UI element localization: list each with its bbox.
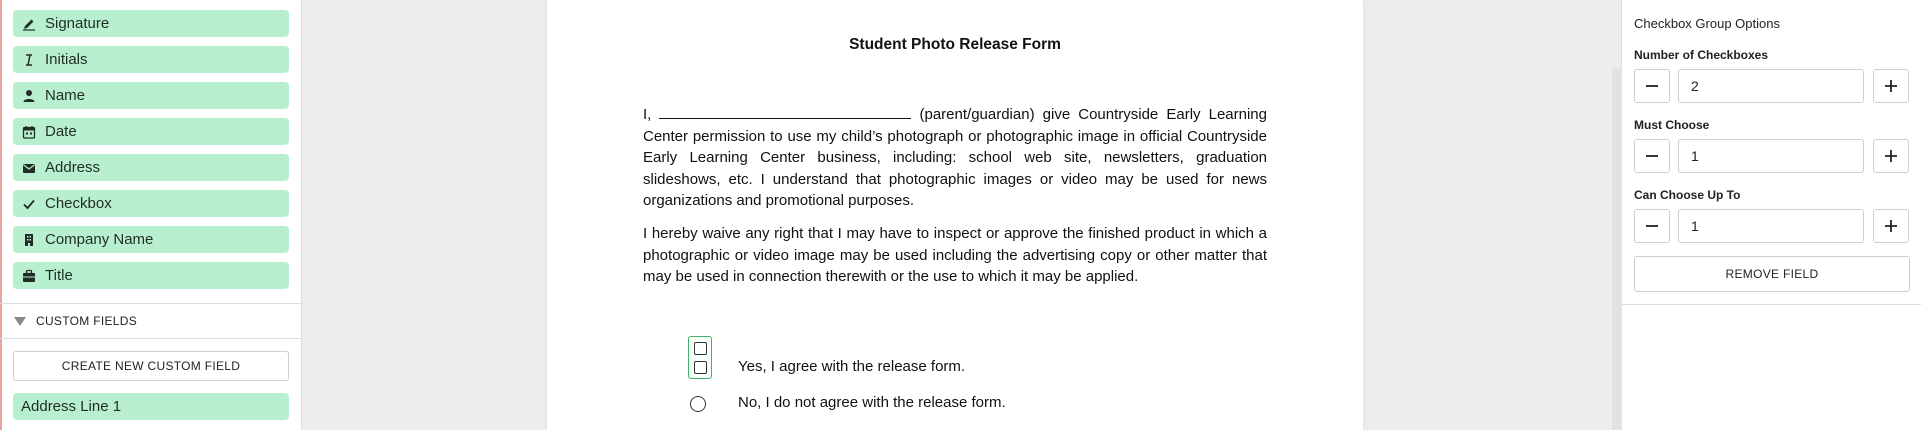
field-label: Date bbox=[45, 123, 77, 140]
plus-icon bbox=[1885, 220, 1897, 232]
must-decrement-button[interactable] bbox=[1634, 139, 1670, 173]
field-label: Initials bbox=[45, 51, 88, 68]
radio-no[interactable] bbox=[690, 396, 706, 412]
person-icon bbox=[21, 88, 37, 104]
plus-icon bbox=[1885, 150, 1897, 162]
sidebar-accent-bar bbox=[0, 0, 2, 430]
panel-divider bbox=[1622, 304, 1921, 305]
paragraph-1-start: I, bbox=[643, 106, 652, 123]
document-paragraph-1: I, (parent/guardian) give Countryside Ea… bbox=[643, 104, 1267, 212]
remove-field-button[interactable]: REMOVE FIELD bbox=[1634, 256, 1910, 292]
pen-icon bbox=[21, 16, 37, 32]
field-label: Title bbox=[45, 267, 73, 284]
custom-fields-header: CUSTOM FIELDS bbox=[36, 314, 138, 328]
field-name[interactable]: Name bbox=[13, 82, 289, 109]
field-label: Name bbox=[45, 87, 86, 104]
document-title: Student Photo Release Form bbox=[849, 36, 1061, 53]
number-decrement-button[interactable] bbox=[1634, 69, 1670, 103]
can-choose-input[interactable] bbox=[1678, 209, 1864, 243]
number-of-checkboxes-label: Number of Checkboxes bbox=[1634, 48, 1769, 62]
option-no-label: No, I do not agree with the release form… bbox=[738, 394, 1006, 411]
option-yes-label: Yes, I agree with the release form. bbox=[738, 358, 966, 375]
checkmark-icon bbox=[21, 196, 37, 212]
panel-title: Checkbox Group Options bbox=[1634, 16, 1780, 31]
must-choose-label: Must Choose bbox=[1634, 118, 1710, 132]
envelope-icon bbox=[21, 160, 37, 176]
plus-icon bbox=[1885, 80, 1897, 92]
checkbox-group-field[interactable] bbox=[688, 336, 712, 379]
number-of-checkboxes-input[interactable] bbox=[1678, 69, 1864, 103]
document-page: Student Photo Release Form I, (parent/gu… bbox=[547, 0, 1363, 430]
field-address[interactable]: Address bbox=[13, 154, 289, 181]
can-increment-button[interactable] bbox=[1873, 209, 1909, 243]
calendar-icon bbox=[21, 124, 37, 140]
app-window: Signature Initials Name Date Address Che… bbox=[0, 0, 1921, 430]
must-choose-input[interactable] bbox=[1678, 139, 1864, 173]
minus-icon bbox=[1646, 225, 1658, 227]
collapse-triangle-icon bbox=[14, 316, 26, 326]
building-icon bbox=[21, 232, 37, 248]
field-company-name[interactable]: Company Name bbox=[13, 226, 289, 253]
document-paragraph-2: I hereby waive any right that I may have… bbox=[643, 225, 1267, 285]
custom-fields-toggle[interactable]: CUSTOM FIELDS bbox=[0, 303, 301, 339]
field-label: Checkbox bbox=[45, 195, 112, 212]
can-decrement-button[interactable] bbox=[1634, 209, 1670, 243]
field-label: Address Line 1 bbox=[21, 398, 122, 415]
panel-scroll-shade bbox=[1612, 68, 1622, 430]
checkbox-1[interactable] bbox=[694, 342, 707, 355]
parent-name-blank bbox=[659, 104, 912, 119]
paragraph-1-rest: (parent/guardian) give Countryside Early… bbox=[643, 106, 1267, 209]
field-address-line-1[interactable]: Address Line 1 bbox=[13, 393, 289, 420]
field-label: Company Name bbox=[45, 231, 154, 248]
field-checkbox[interactable]: Checkbox bbox=[13, 190, 289, 217]
must-increment-button[interactable] bbox=[1873, 139, 1909, 173]
number-increment-button[interactable] bbox=[1873, 69, 1909, 103]
field-signature[interactable]: Signature bbox=[13, 10, 289, 37]
field-label: Signature bbox=[45, 15, 110, 32]
field-date[interactable]: Date bbox=[13, 118, 289, 145]
field-title[interactable]: Title bbox=[13, 262, 289, 289]
minus-icon bbox=[1646, 155, 1658, 157]
minus-icon bbox=[1646, 85, 1658, 87]
field-initials[interactable]: Initials bbox=[13, 46, 289, 73]
create-custom-field-button[interactable]: CREATE NEW CUSTOM FIELD bbox=[13, 351, 289, 381]
field-palette-sidebar: Signature Initials Name Date Address Che… bbox=[0, 0, 302, 430]
field-label: Address bbox=[45, 159, 101, 176]
text-cursor-icon bbox=[21, 52, 37, 68]
field-options-panel: Checkbox Group Options Number of Checkbo… bbox=[1612, 0, 1921, 430]
briefcase-icon bbox=[21, 268, 37, 284]
checkbox-2[interactable] bbox=[694, 361, 707, 374]
can-choose-label: Can Choose Up To bbox=[1634, 188, 1741, 202]
